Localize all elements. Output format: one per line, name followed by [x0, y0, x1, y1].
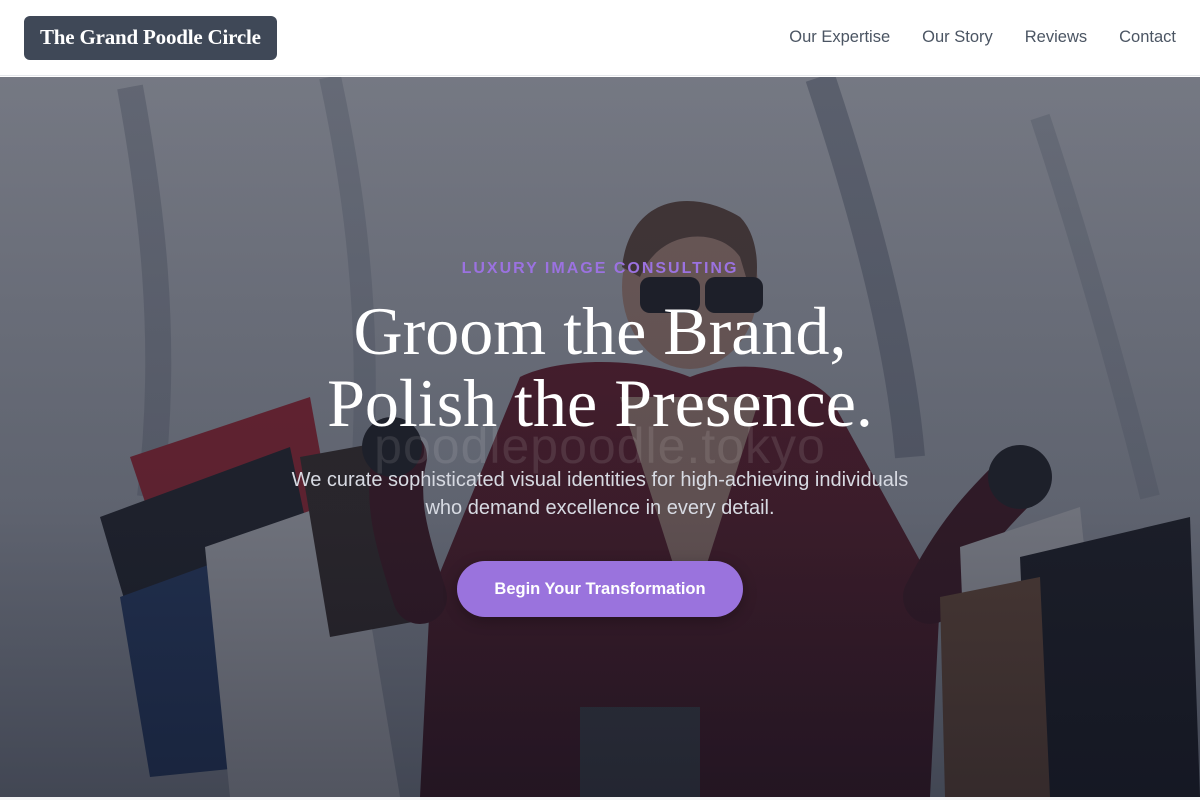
- hero-content: LUXURY IMAGE CONSULTING Groom the Brand,…: [0, 77, 1200, 797]
- site-header: The Grand Poodle Circle Our Expertise Ou…: [0, 0, 1200, 76]
- nav-link-our-story[interactable]: Our Story: [922, 28, 993, 47]
- hero-subtext-line-1: We curate sophisticated visual identitie…: [291, 469, 909, 491]
- nav-link-our-expertise[interactable]: Our Expertise: [789, 28, 890, 47]
- hero-headline-line-1: Groom the Brand,: [353, 293, 847, 369]
- nav-link-contact[interactable]: Contact: [1119, 28, 1176, 47]
- hero-eyebrow: LUXURY IMAGE CONSULTING: [461, 260, 739, 277]
- hero-subtext: We curate sophisticated visual identitie…: [0, 466, 1200, 522]
- main-nav: Our Expertise Our Story Reviews Contact: [757, 28, 1176, 47]
- begin-transformation-button[interactable]: Begin Your Transformation: [457, 561, 743, 617]
- hero-subtext-line-2: who demand excellence in every detail.: [425, 497, 775, 519]
- nav-link-reviews[interactable]: Reviews: [1025, 28, 1087, 47]
- site-logo[interactable]: The Grand Poodle Circle: [24, 15, 277, 60]
- hero-section: LUXURY IMAGE CONSULTING Groom the Brand,…: [0, 77, 1200, 797]
